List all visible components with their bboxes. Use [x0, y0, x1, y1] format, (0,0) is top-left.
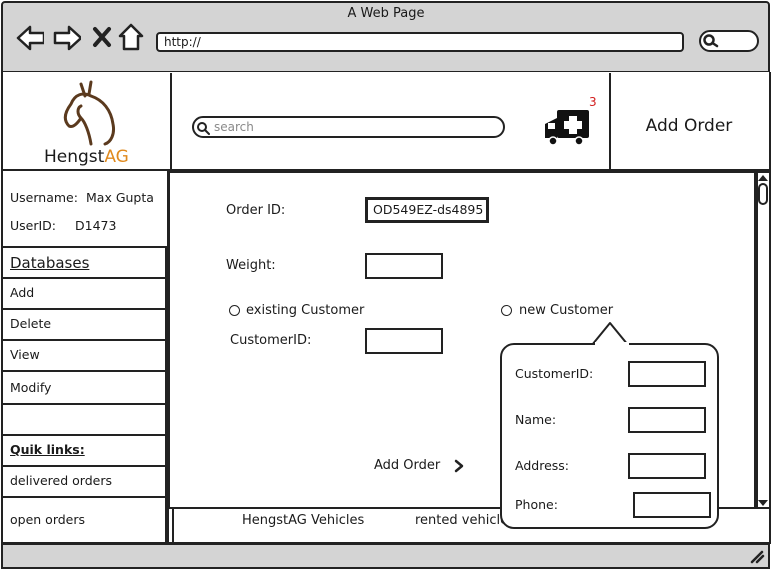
userid-label: UserID: [10, 218, 57, 233]
resize-grip-icon[interactable] [748, 548, 766, 564]
quick-link-open-orders[interactable]: open orders [3, 498, 167, 543]
window-title: A Web Page [347, 6, 425, 21]
weight-field[interactable] [365, 253, 443, 279]
logo-text: HengstAG [44, 147, 129, 167]
quick-links-title: Quik links: [3, 436, 167, 467]
popup-address-label: Address: [515, 458, 569, 473]
url-bar[interactable]: http:// [156, 32, 684, 52]
order-id-field[interactable]: OD549EZ-ds4895 [365, 197, 489, 223]
search-input[interactable]: search [192, 116, 505, 138]
close-x-icon[interactable] [92, 26, 112, 48]
new-customer-label: new Customer [519, 303, 614, 318]
existing-customer-label: existing Customer [246, 303, 365, 318]
quick-link-delivered-orders[interactable]: delivered orders [3, 467, 167, 498]
weight-label: Weight: [226, 258, 276, 273]
search-icon [703, 34, 719, 48]
popup-name-label: Name: [515, 412, 557, 427]
chevron-right-icon[interactable] [453, 459, 465, 473]
forward-arrow-icon[interactable] [53, 25, 81, 51]
horse-logo-icon [63, 80, 115, 146]
popup-customer-id-field[interactable] [628, 361, 706, 387]
add-order-button[interactable]: Add Order [374, 458, 440, 473]
vertical-scrollbar[interactable] [756, 171, 771, 509]
page-title: Add Order [645, 116, 733, 136]
footer-link-vehicles[interactable]: HengstAG Vehicles [242, 513, 364, 528]
popup-address-field[interactable] [628, 453, 706, 479]
ambulance-icon[interactable] [543, 106, 591, 146]
customer-id-label: CustomerID: [230, 333, 312, 348]
sidebar-item-add[interactable]: Add [3, 279, 167, 310]
customer-id-field[interactable] [365, 328, 443, 354]
sidebar-spacer [3, 405, 167, 436]
sidebar-item-view[interactable]: View [3, 341, 167, 372]
scroll-down-icon[interactable] [757, 498, 769, 508]
notification-badge: 3 [589, 95, 597, 109]
scroll-up-icon[interactable] [757, 173, 769, 183]
username-value: Max Gupta [86, 190, 154, 205]
popup-phone-label: Phone: [515, 497, 558, 512]
new-customer-radio[interactable] [501, 305, 512, 316]
footer-divider [172, 509, 174, 543]
sidebar-item-modify[interactable]: Modify [3, 372, 167, 405]
back-arrow-icon[interactable] [16, 25, 44, 51]
home-icon[interactable] [118, 23, 144, 51]
popup-pointer-join [595, 342, 629, 346]
popup-name-field[interactable] [628, 407, 706, 433]
sidebar-section-databases: Databases [3, 248, 167, 279]
order-id-label: Order ID: [226, 203, 286, 218]
popup-phone-field[interactable] [633, 492, 711, 518]
username-label: Username: [10, 190, 78, 205]
userid-value: D1473 [75, 218, 117, 233]
scrollbar-thumb[interactable] [758, 183, 768, 205]
search-icon [197, 122, 210, 135]
browser-status-bar [1, 543, 770, 569]
sidebar-item-delete[interactable]: Delete [3, 310, 167, 341]
popup-customer-id-label: CustomerID: [515, 366, 594, 381]
existing-customer-radio[interactable] [229, 305, 240, 316]
